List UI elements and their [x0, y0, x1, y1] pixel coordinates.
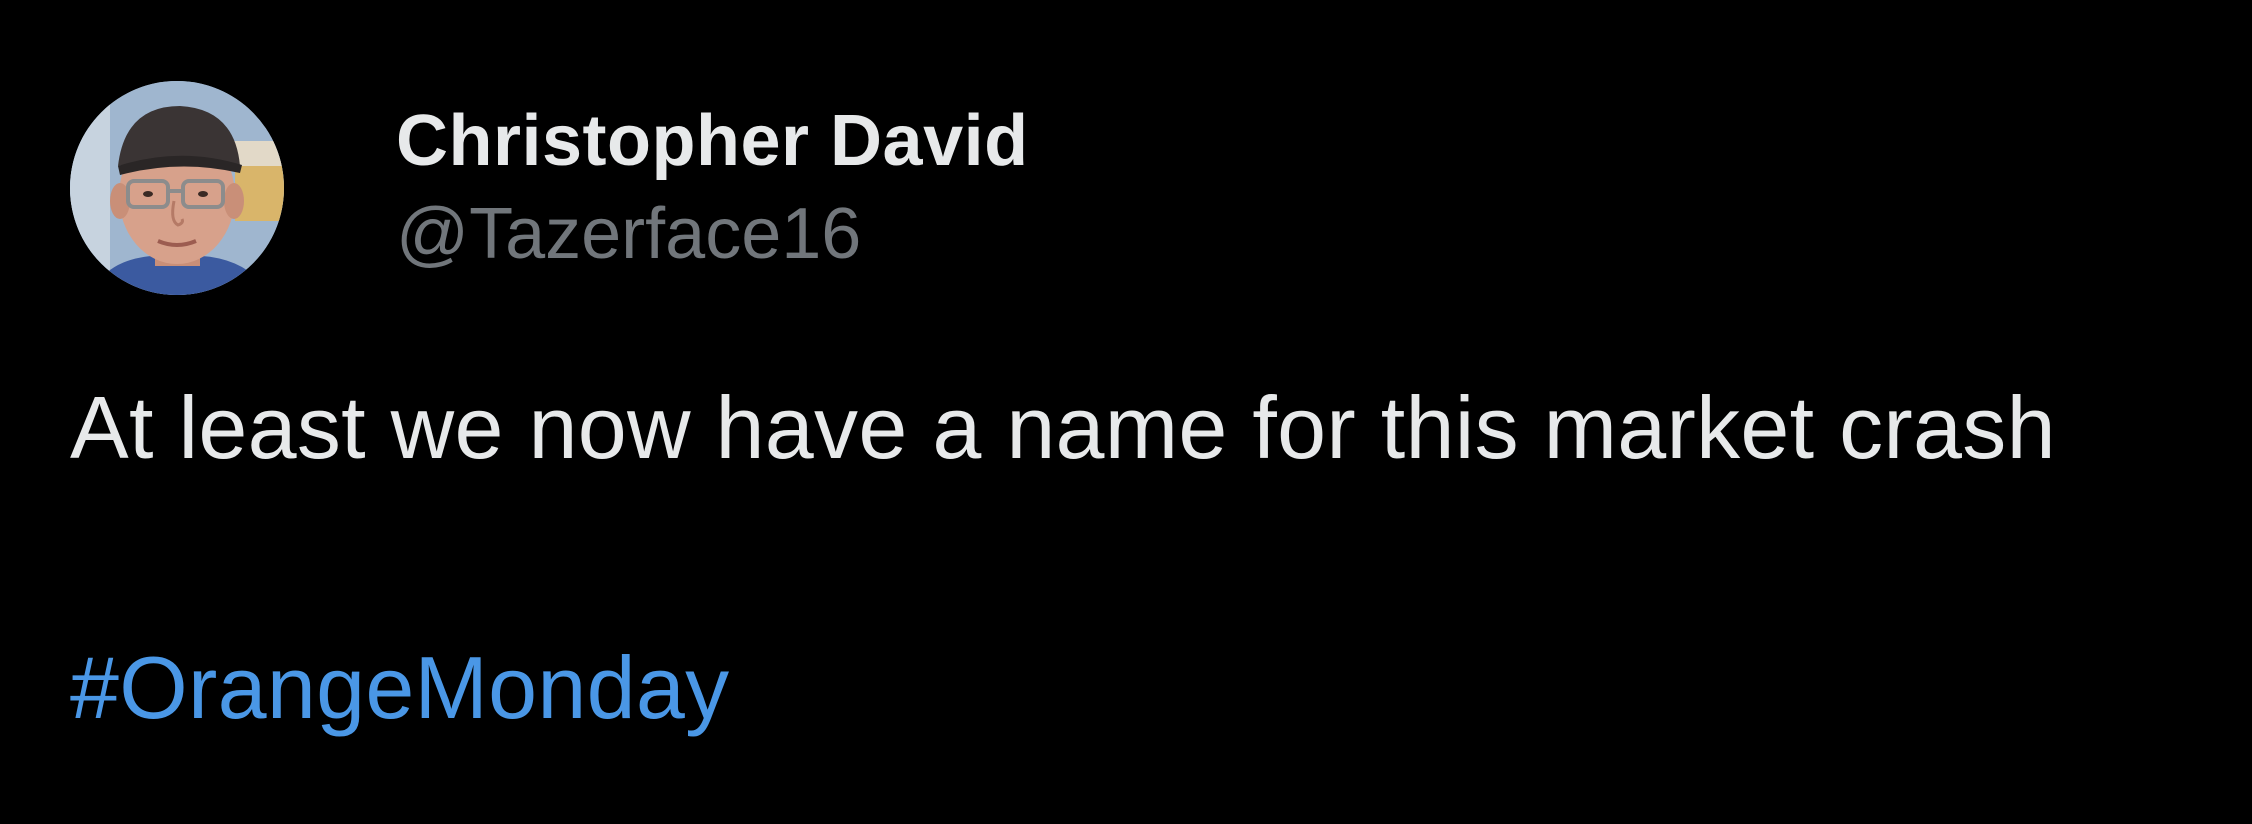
author-names: Christopher David @Tazerface16 [396, 101, 1029, 274]
author-handle[interactable]: @Tazerface16 [396, 194, 1029, 274]
tweet-card: Christopher David @Tazerface16 At least … [0, 0, 2252, 824]
hashtag-link[interactable]: #OrangeMonday [70, 639, 729, 737]
author-display-name[interactable]: Christopher David [396, 101, 1029, 181]
tweet-text: At least we now have a name for this mar… [70, 378, 2056, 477]
avatar-photo [70, 81, 284, 295]
tweet-header: Christopher David @Tazerface16 [70, 80, 1029, 296]
avatar[interactable] [70, 81, 284, 295]
